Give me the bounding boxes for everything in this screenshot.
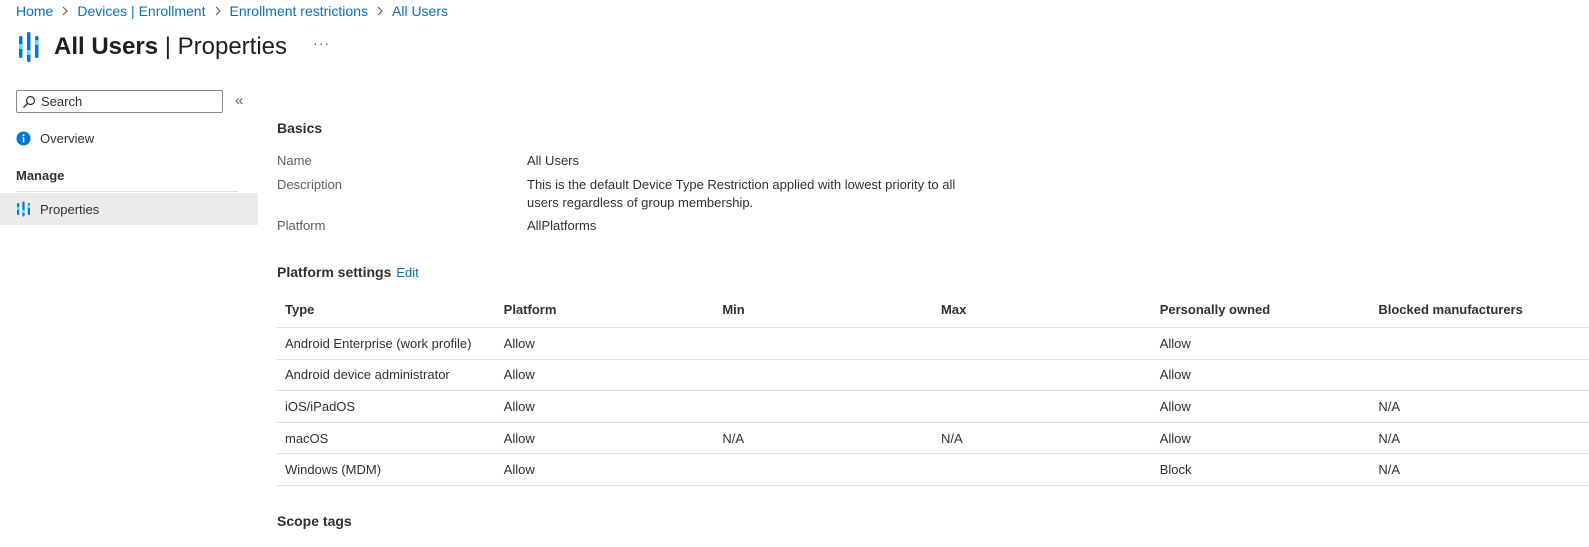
platform-settings-title: Platform settings <box>277 264 392 280</box>
table-header-row: Type Platform Min Max Personally owned B… <box>277 292 1589 328</box>
chevron-right-icon <box>215 6 221 16</box>
page-title-separator: | <box>158 33 178 60</box>
table-cell: N/A <box>1378 430 1401 446</box>
table-row: Android device administrator Allow Allow <box>277 360 1589 392</box>
column-header[interactable]: Personally owned <box>1152 302 1371 317</box>
table-cell: Allow <box>503 430 535 446</box>
table-cell: iOS/iPadOS <box>285 398 356 414</box>
sidebar-item-label: Overview <box>40 130 95 146</box>
table-row: macOS Allow N/A N/A Allow N/A <box>277 423 1589 455</box>
table-row: Android Enterprise (work profile) Allow … <box>277 328 1589 360</box>
breadcrumb-all-users[interactable]: All Users <box>392 3 448 19</box>
page-title-sub: Properties <box>177 33 288 60</box>
page-header: All Users | Properties ··· <box>18 30 330 64</box>
divider <box>16 191 238 192</box>
section-heading-platform-settings: Platform settings Edit <box>277 264 419 280</box>
info-icon <box>16 131 31 145</box>
table-cell: Windows (MDM) <box>285 462 382 478</box>
table-cell: N/A <box>1378 462 1401 478</box>
page-title-main: All Users <box>54 33 159 60</box>
table-cell: Allow <box>1159 398 1191 414</box>
table-cell: N/A <box>722 430 745 446</box>
properties-icon <box>19 32 39 62</box>
section-heading-scope-tags: Scope tags <box>277 513 352 529</box>
description-value: This is the default Device Type Restrict… <box>527 177 956 210</box>
name-value: All Users <box>527 153 580 168</box>
page-title: All Users | Properties <box>54 33 287 61</box>
column-header[interactable]: Max <box>933 302 1152 317</box>
table-cell: Allow <box>503 335 535 351</box>
breadcrumb-enrollment-restrictions[interactable]: Enrollment restrictions <box>230 3 369 19</box>
breadcrumb: Home Devices | Enrollment Enrollment res… <box>16 2 448 20</box>
column-header[interactable]: Min <box>714 302 933 317</box>
sidebar-section-manage: Manage <box>16 168 65 183</box>
properties-icon <box>17 201 30 217</box>
column-header[interactable]: Platform <box>496 302 715 317</box>
table-row: Windows (MDM) Allow Block N/A <box>277 454 1589 486</box>
table-cell: Allow <box>503 367 535 383</box>
description-label: Description <box>277 177 343 192</box>
table-cell: Block <box>1159 462 1192 478</box>
platform-settings-table: Type Platform Min Max Personally owned B… <box>277 292 1589 486</box>
breadcrumb-home[interactable]: Home <box>16 3 53 19</box>
sidebar-item-properties[interactable]: Properties <box>0 193 258 225</box>
collapse-sidebar-button[interactable]: « <box>235 92 243 109</box>
more-options-button[interactable]: ··· <box>313 35 330 51</box>
breadcrumb-devices-enrollment[interactable]: Devices | Enrollment <box>77 3 205 19</box>
chevron-right-icon <box>377 6 383 16</box>
sidebar-item-overview[interactable]: Overview <box>0 122 258 154</box>
column-header[interactable]: Type <box>277 302 496 317</box>
column-header[interactable]: Blocked manufacturers <box>1370 302 1589 317</box>
search-box[interactable] <box>16 90 223 113</box>
table-cell: Allow <box>1159 367 1191 383</box>
table-cell: macOS <box>285 430 329 446</box>
table-cell: Android device administrator <box>285 367 450 383</box>
table-cell: N/A <box>941 430 963 446</box>
table-cell: Allow <box>1159 430 1191 446</box>
name-label: Name <box>277 153 312 168</box>
table-cell: Allow <box>503 462 535 478</box>
table-row: iOS/iPadOS Allow Allow N/A <box>277 391 1589 423</box>
table-cell: Allow <box>503 398 535 414</box>
sidebar-item-label: Properties <box>40 201 100 217</box>
search-input[interactable] <box>41 94 211 109</box>
platform-value: AllPlatforms <box>527 218 597 233</box>
chevron-right-icon <box>62 6 69 16</box>
section-heading-basics: Basics <box>277 120 323 136</box>
edit-link[interactable]: Edit <box>396 265 418 280</box>
table-cell: Allow <box>1159 335 1191 351</box>
table-cell: N/A <box>1378 398 1401 414</box>
table-cell: Android Enterprise (work profile) <box>285 335 472 351</box>
platform-label: Platform <box>277 218 326 233</box>
search-icon <box>23 95 36 108</box>
